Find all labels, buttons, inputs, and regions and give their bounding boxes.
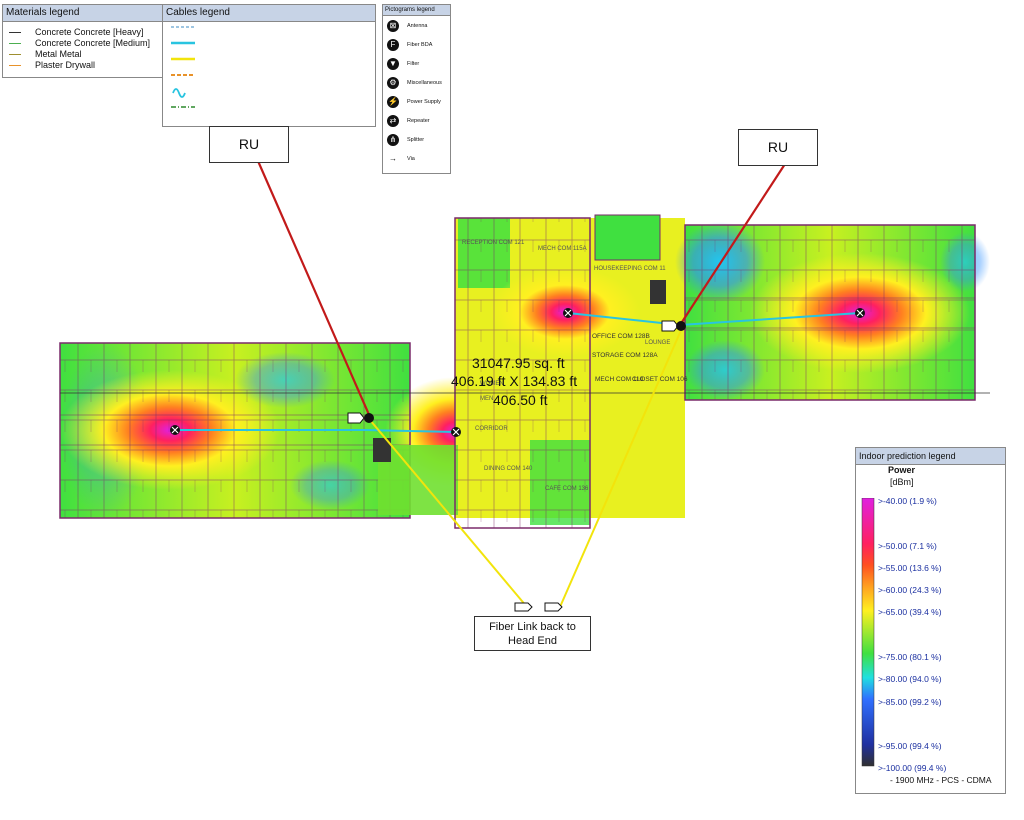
room-label: MECH COM 115A — [538, 246, 587, 252]
fiber-link-line2: Head End — [508, 635, 557, 647]
fiber-link-callout: Fiber Link back to Head End — [474, 616, 591, 651]
room-label: CAFE COM 136 — [545, 486, 589, 492]
ru-callout-right: RU — [738, 129, 818, 166]
prediction-level-label: >-40.00 (1.9 %) — [878, 496, 937, 506]
fiber-link-line1: Fiber Link back to — [489, 621, 576, 633]
fiber-bda-icon[interactable] — [661, 320, 686, 332]
room-label: CORRIDOR — [475, 426, 508, 432]
prediction-color-bar — [861, 498, 875, 767]
prediction-level-label: >-100.00 (99.4 %) — [878, 763, 947, 773]
indoor-prediction-legend: Indoor prediction legend Power [dBm] >-4… — [855, 447, 1006, 794]
room-label: LOUNGE — [645, 340, 670, 346]
antenna-icon[interactable] — [451, 427, 461, 437]
prediction-level-label: >-95.00 (99.4 %) — [878, 741, 942, 751]
room-label: OFFICE COM 128B — [592, 333, 650, 340]
prediction-level-label: >-85.00 (99.2 %) — [878, 697, 942, 707]
fiber-connector-icon[interactable] — [544, 602, 563, 612]
fiber-bda-icon[interactable] — [347, 412, 374, 424]
dimensions-label: 406.19 ft X 134.83 ft — [451, 373, 578, 389]
room-label: HOUSEKEEPING COM 11 — [594, 266, 666, 272]
ru-callout-left: RU — [209, 126, 289, 163]
prediction-level-label: >-55.00 (13.6 %) — [878, 563, 942, 573]
prediction-level-label: >-60.00 (24.3 %) — [878, 585, 942, 595]
room-label: RECEPTION COM 121 — [462, 240, 525, 246]
prediction-measure: Power — [888, 465, 916, 475]
center-top-room — [594, 214, 661, 261]
room-label: CLOSET COM 106 — [632, 376, 688, 383]
antenna-icon[interactable] — [855, 308, 865, 318]
prediction-level-label: >-50.00 (7.1 %) — [878, 541, 937, 551]
prediction-footnote: - 1900 MHz - PCS - CDMA — [890, 775, 992, 785]
fiber-connector-icon[interactable] — [514, 602, 533, 612]
prediction-level-label: >-75.00 (80.1 %) — [878, 652, 942, 662]
area-label: 31047.95 sq. ft — [472, 355, 565, 371]
length-label: 406.50 ft — [493, 392, 548, 408]
east-wing — [675, 222, 990, 401]
center-section — [373, 214, 685, 529]
antenna-icon[interactable] — [170, 425, 180, 435]
room-label: DINING COM 140 — [484, 466, 533, 472]
prediction-unit: [dBm] — [890, 477, 914, 487]
prediction-color-bar-fill — [861, 498, 875, 767]
prediction-level-label: >-80.00 (94.0 %) — [878, 674, 942, 684]
room-label: MEN — [480, 396, 493, 402]
prediction-legend-title: Indoor prediction legend — [856, 448, 1005, 465]
antenna-icon[interactable] — [563, 308, 573, 318]
prediction-level-label: >-65.00 (39.4 %) — [878, 607, 942, 617]
mech-room-dark — [650, 280, 666, 304]
room-label: STORAGE COM 128A — [592, 352, 658, 359]
